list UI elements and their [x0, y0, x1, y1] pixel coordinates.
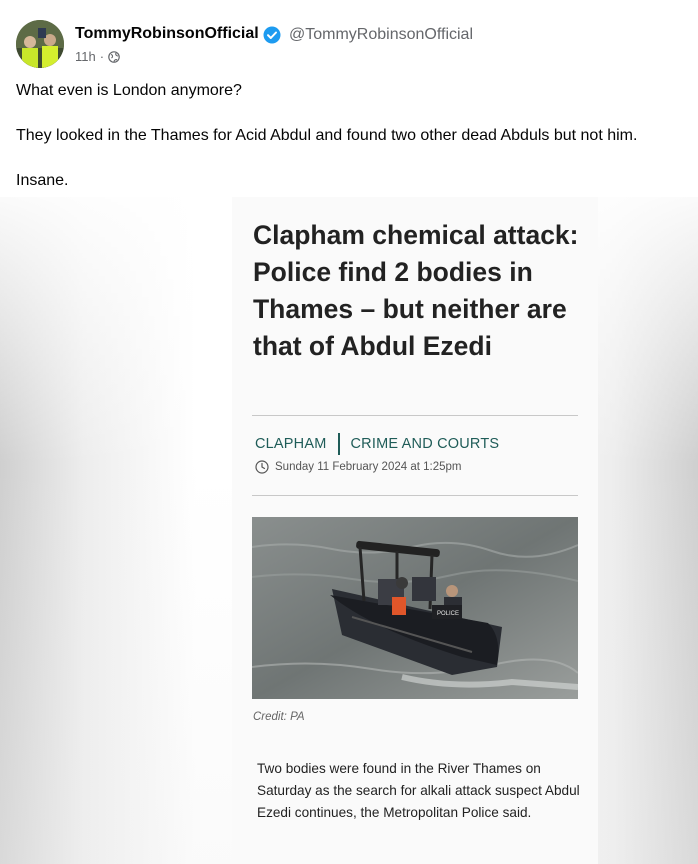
divider: [252, 495, 578, 496]
post-time[interactable]: 11h: [75, 49, 96, 64]
post-header: TommyRobinsonOfficial @TommyRobinsonOffi…: [0, 0, 698, 197]
article-body: Two bodies were found in the River Thame…: [257, 761, 580, 820]
meta-separator: ·: [99, 49, 105, 64]
tag-separator: [337, 433, 340, 455]
photo-credit: Credit: PA: [253, 711, 305, 723]
divider: [252, 415, 578, 416]
article-headline: Clapham chemical attack: Police find 2 b…: [253, 220, 579, 361]
clock-icon: [255, 460, 269, 474]
article-date: Sunday 11 February 2024 at 1:25pm: [255, 460, 461, 474]
boat-police-label: POLICE: [437, 611, 459, 617]
post-media[interactable]: Clapham chemical attack: Police find 2 b…: [0, 197, 698, 864]
author-name[interactable]: TommyRobinsonOfficial: [75, 25, 259, 43]
avatar[interactable]: [16, 20, 64, 68]
tag-clapham: CLAPHAM: [255, 436, 327, 452]
article-photo: POLICE: [252, 517, 578, 699]
post-text-line: What even is London anymore?: [16, 82, 242, 99]
post-meta: 11h ·: [75, 49, 120, 64]
tag-crime-and-courts: CRIME AND COURTS: [350, 436, 500, 452]
article-tags: CLAPHAM CRIME AND COURTS: [255, 433, 499, 455]
globe-icon: [108, 50, 120, 63]
author-handle[interactable]: @TommyRobinsonOfficial: [289, 26, 473, 44]
article-screenshot: Clapham chemical attack: Police find 2 b…: [232, 197, 598, 864]
post-text-line: Insane.: [16, 172, 69, 189]
post-text-line: They looked in the Thames for Acid Abdul…: [16, 127, 638, 144]
article-date-text: Sunday 11 February 2024 at 1:25pm: [275, 461, 462, 473]
verified-badge-icon: [263, 26, 281, 44]
